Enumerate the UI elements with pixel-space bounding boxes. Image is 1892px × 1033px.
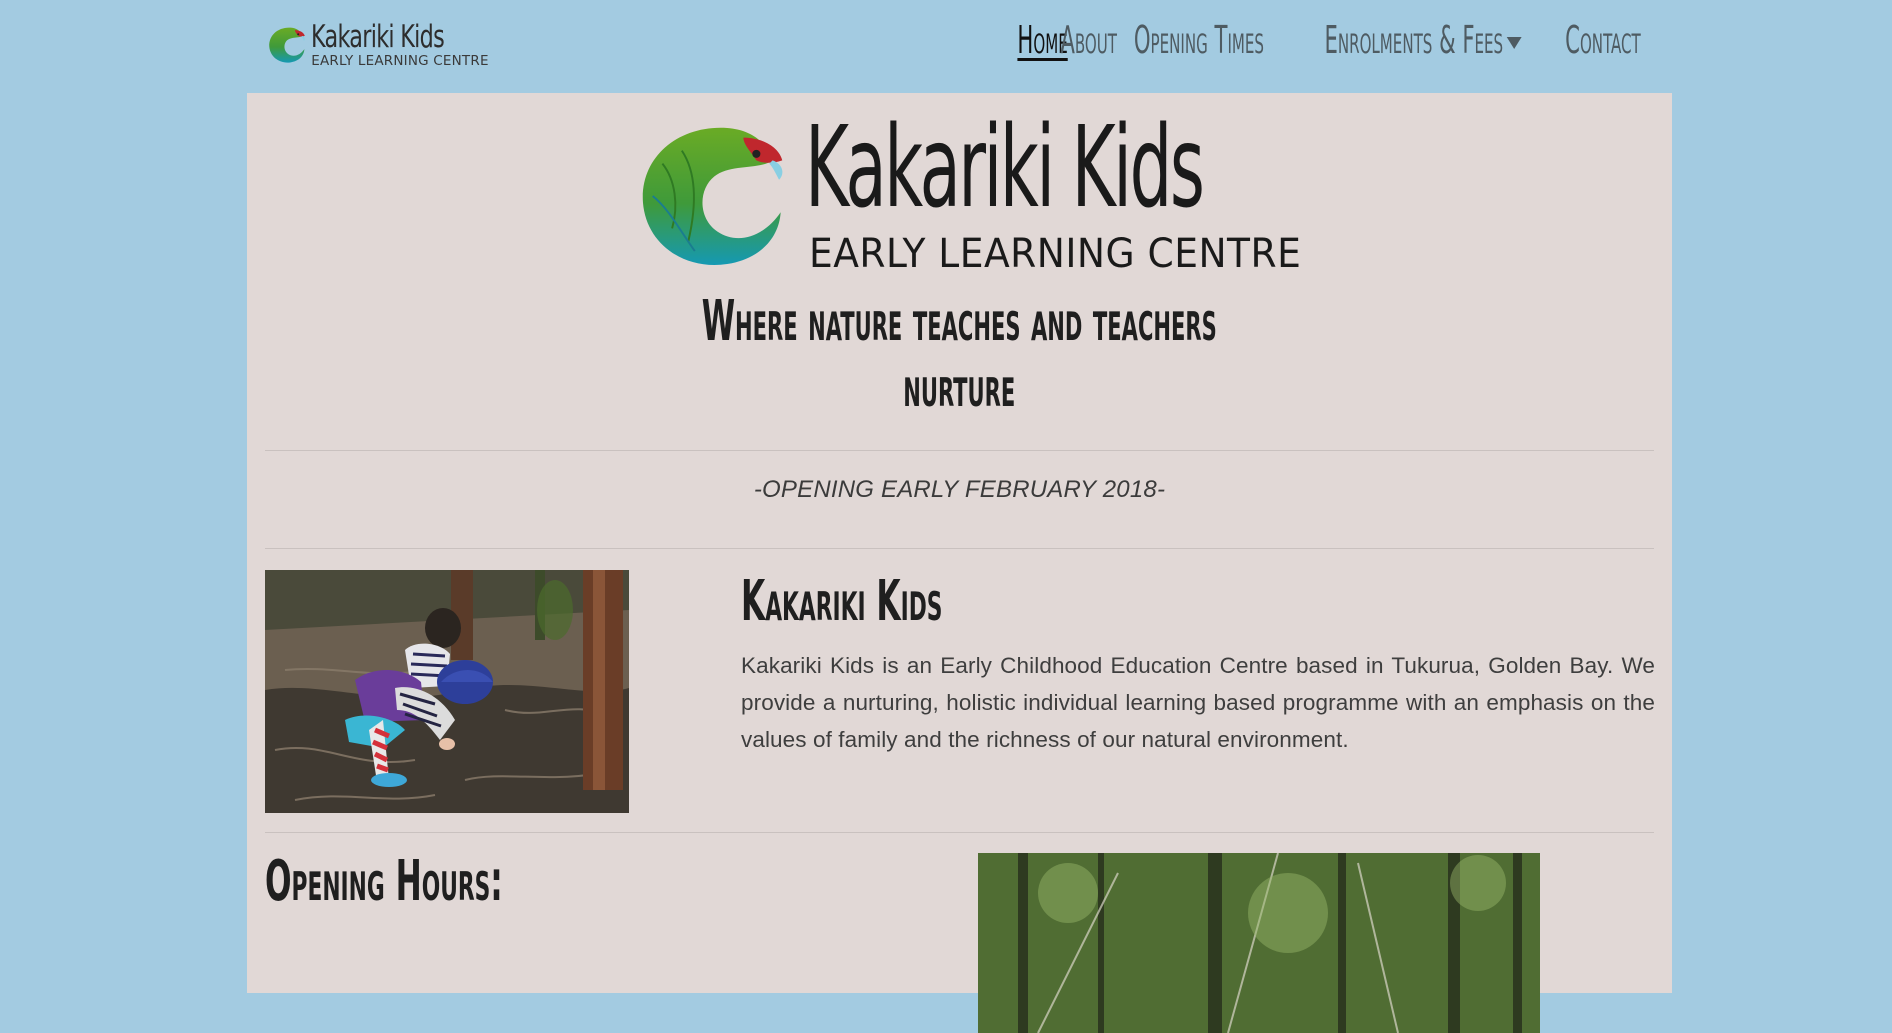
hero-logo-title: Kakariki Kids [805, 103, 1205, 233]
divider [265, 450, 1654, 451]
about-paragraph: Kakariki Kids is an Early Childhood Educ… [741, 653, 1655, 752]
hero-tagline: Where nature teaches and teachers nurtur… [247, 289, 1672, 421]
brand-logo-subtitle: EARLY LEARNING CENTRE [311, 52, 489, 69]
kakariki-parrot-logo-icon [642, 127, 783, 266]
hero-tagline-line-2: nurture [903, 355, 1016, 420]
caret-down-icon [1506, 36, 1522, 49]
forest-canopy-image [978, 853, 1540, 1033]
hero-tagline-line-1: Where nature teaches and teachers [701, 289, 1218, 354]
children-in-forest-photo [265, 570, 629, 813]
nav-link-enrolments-fees-label: Enrolments & Fees [1324, 18, 1504, 62]
opening-announcement: -OPENING EARLY FEBRUARY 2018- [753, 476, 1166, 503]
opening-hours-heading: Opening Hours: [265, 849, 503, 914]
top-navbar: Kakariki Kids EARLY LEARNING CENTRE Home… [0, 0, 1892, 93]
nav-link-opening-times[interactable]: Opening Times [1133, 18, 1266, 62]
brand-logo-link[interactable]: Kakariki Kids EARLY LEARNING CENTRE [266, 14, 496, 76]
brand-logo-title: Kakariki Kids [311, 18, 445, 55]
kakariki-parrot-logo-icon [269, 27, 305, 63]
hero-logo-subtitle: EARLY LEARNING CENTRE [809, 231, 1302, 277]
divider [265, 548, 1654, 549]
nav-link-contact[interactable]: Contact [1564, 18, 1642, 62]
nav-link-about[interactable]: About [1059, 18, 1118, 62]
about-heading: Kakariki Kids [741, 569, 943, 634]
nav-links: Home About Opening Times Enrolments & Fe… [1017, 18, 1644, 62]
forest-canopy-photo [978, 853, 1540, 1033]
main-content-panel: Kakariki Kids EARLY LEARNING CENTRE Wher… [247, 93, 1672, 1033]
nav-link-enrolments-fees[interactable]: Enrolments & Fees [1323, 18, 1523, 62]
forest-photo-image [265, 570, 629, 813]
hero-logo: Kakariki Kids EARLY LEARNING CENTRE [627, 106, 1307, 283]
divider [265, 832, 1654, 833]
